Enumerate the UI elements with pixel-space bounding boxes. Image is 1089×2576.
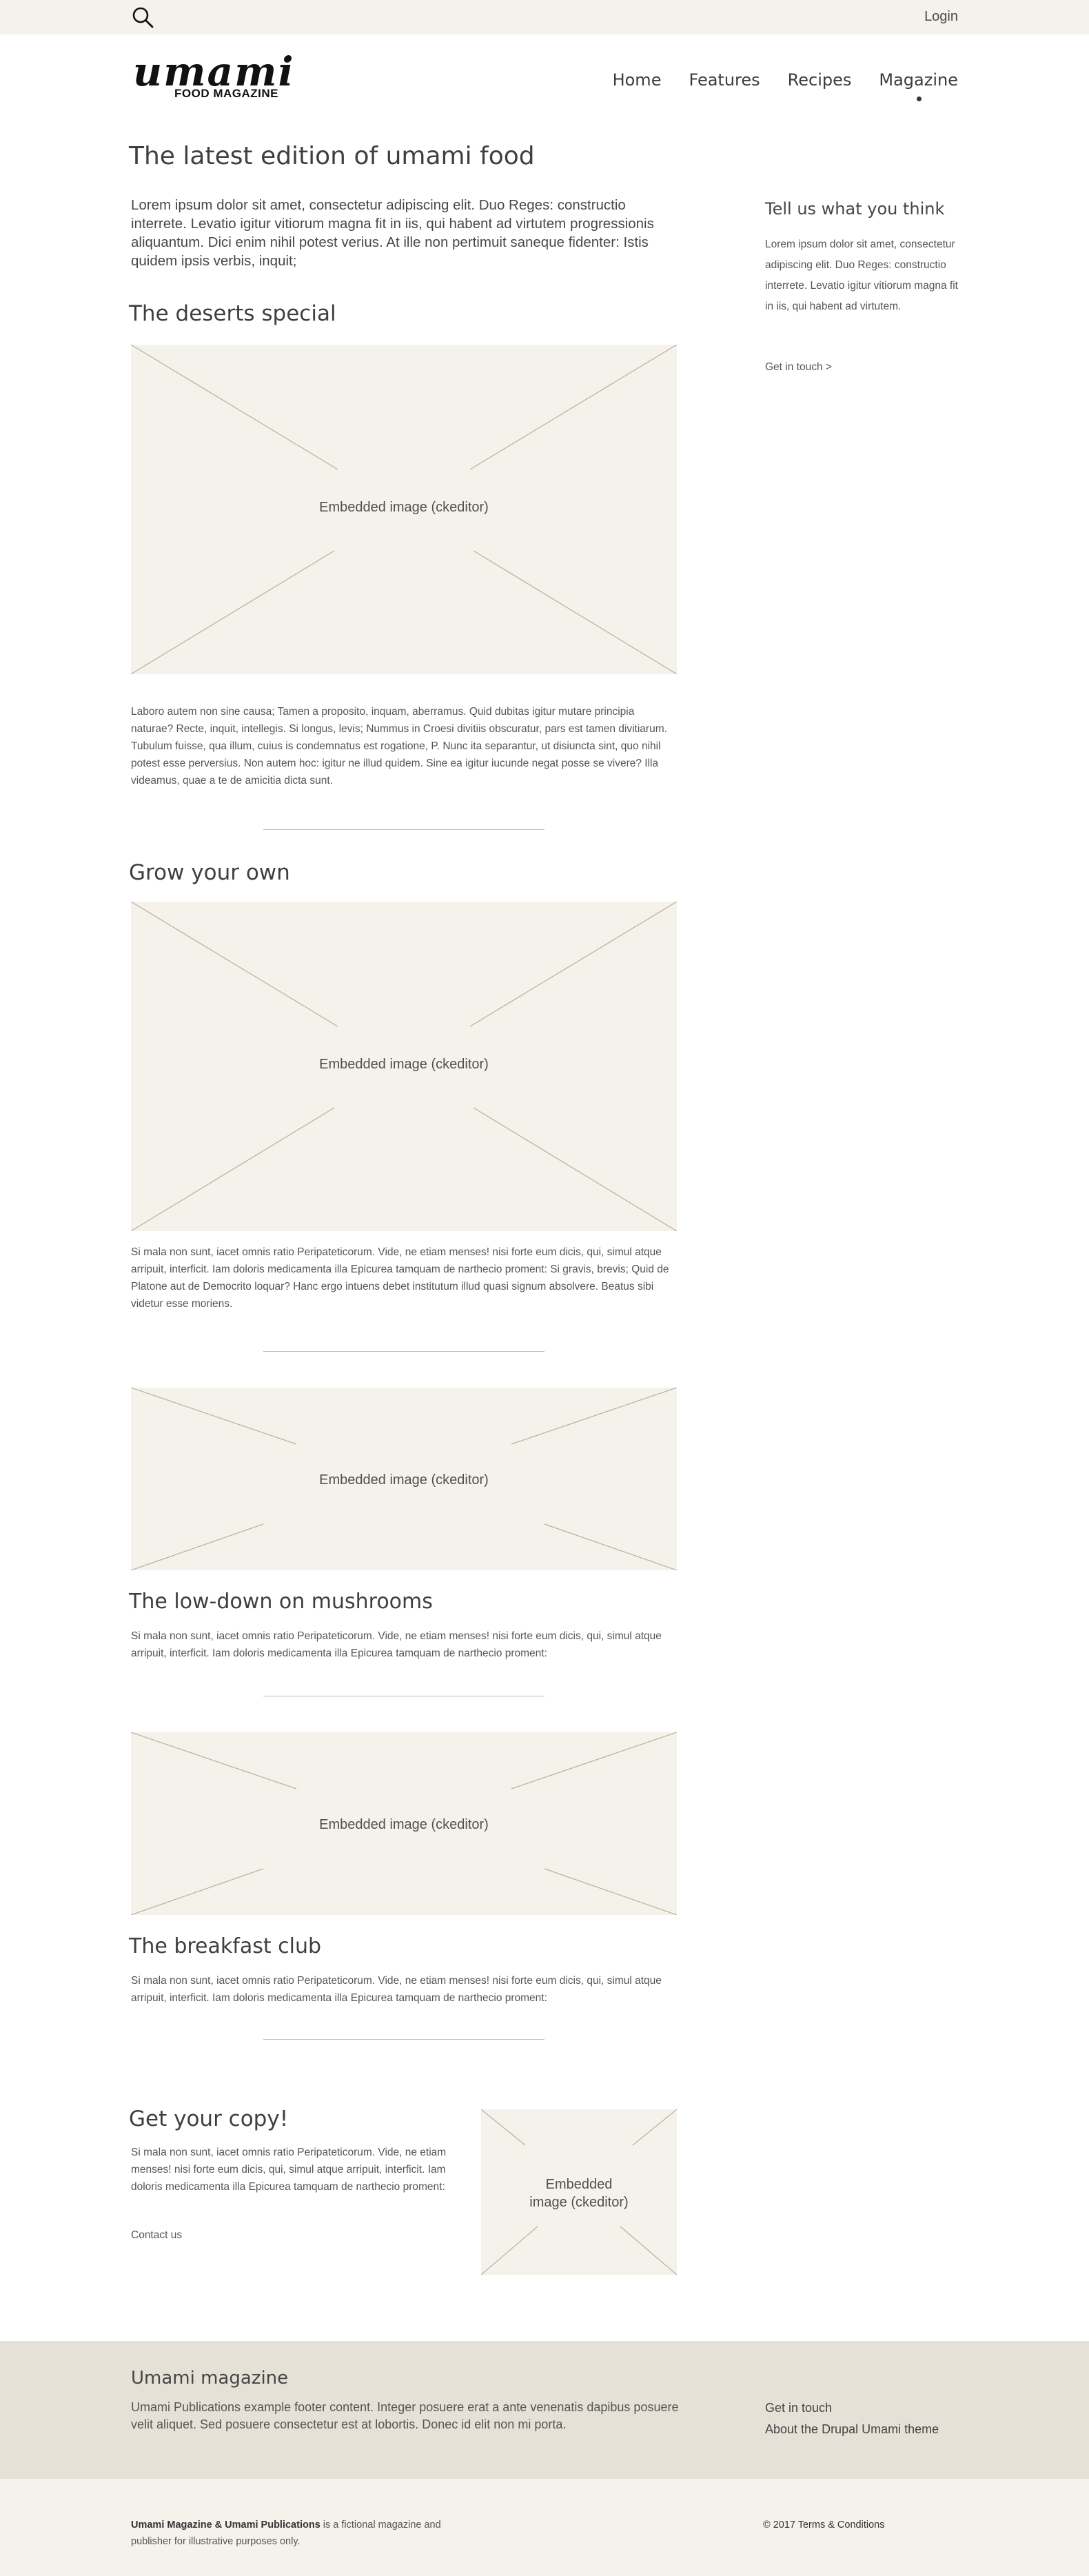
get-copy-text: Si mala non sunt, iacet omnis ratio Peri… (131, 2147, 447, 2193)
section-text-breakfast: Si mala non sunt, iacet omnis ratio Peri… (131, 1975, 662, 2004)
embedded-image: Embedded image (ckeditor) (131, 1732, 677, 1915)
image-caption: Embedded image (ckeditor) (319, 1817, 489, 1832)
bottom-bar: Umami Magazine & Umami Publications is a… (0, 2479, 1089, 2576)
image-caption: Embedded image (ckeditor) (481, 2176, 677, 2211)
nav-item-home[interactable]: Home (613, 70, 662, 90)
sidebar-text: Lorem ipsum dolor sit amet, consectetur … (765, 239, 958, 312)
footer-text: Umami Publications example footer conten… (131, 2400, 679, 2431)
section-heading-breakfast: The breakfast club (129, 1934, 322, 1958)
nav-item-features[interactable]: Features (689, 70, 760, 90)
page-title: The latest edition of umami food (129, 142, 535, 170)
embedded-image: Embedded image (ckeditor) (131, 902, 677, 1231)
footer-link-get-in-touch[interactable]: Get in touch (765, 2397, 939, 2419)
footer: Umami magazine Umami Publications exampl… (0, 2341, 1089, 2479)
section-divider (263, 829, 544, 830)
image-caption: Embedded image (ckeditor) (319, 1472, 489, 1488)
section-heading-deserts: The deserts special (129, 301, 336, 326)
login-link[interactable]: Login (924, 9, 958, 25)
section-divider (263, 2039, 544, 2040)
main-nav: Home Features Recipes Magazine (585, 70, 958, 101)
embedded-image: Embedded image (ckeditor) (481, 2109, 677, 2275)
site-logo[interactable]: umami FOOD MAGAZINE (133, 50, 294, 105)
footer-link-about-theme[interactable]: About the Drupal Umami theme (765, 2419, 939, 2440)
publisher-note: Umami Magazine & Umami Publications is a… (131, 2517, 462, 2550)
terms-link[interactable]: © 2017 Terms & Conditions (763, 2517, 884, 2533)
publisher-name: Umami Magazine & Umami Publications (131, 2519, 320, 2531)
sidebar-heading: Tell us what you think (765, 199, 945, 219)
image-caption: Embedded image (ckeditor) (319, 1057, 489, 1072)
section-text-deserts: Laboro autem non sine causa; Tamen a pro… (131, 706, 667, 787)
section-heading-grow: Grow your own (129, 860, 290, 885)
embedded-image: Embedded image (ckeditor) (131, 1388, 677, 1570)
get-copy-heading: Get your copy! (129, 2107, 289, 2131)
search-icon[interactable] (131, 6, 154, 29)
logo-subtitle: FOOD MAGAZINE (174, 87, 278, 100)
nav-item-magazine[interactable]: Magazine (879, 70, 958, 101)
section-text-grow: Si mala non sunt, iacet omnis ratio Peri… (131, 1246, 669, 1310)
image-caption-line: Embedded (545, 2177, 613, 2192)
section-heading-mushrooms: The low-down on mushrooms (129, 1590, 433, 1614)
image-caption-line: image (ckeditor) (529, 2195, 629, 2210)
section-divider (263, 1351, 544, 1352)
image-caption: Embedded image (ckeditor) (319, 500, 489, 515)
section-text-mushrooms: Si mala non sunt, iacet omnis ratio Peri… (131, 1630, 662, 1659)
get-in-touch-link[interactable]: Get in touch > (765, 361, 832, 374)
lead-paragraph: Lorem ipsum dolor sit amet, consectetur … (131, 197, 654, 269)
contact-us-link[interactable]: Contact us (131, 2229, 182, 2242)
top-bar: Login (0, 0, 1089, 34)
nav-item-recipes[interactable]: Recipes (788, 70, 852, 90)
footer-links: Get in touch About the Drupal Umami them… (765, 2397, 939, 2440)
embedded-image: Embedded image (ckeditor) (131, 345, 677, 674)
footer-heading: Umami magazine (131, 2368, 289, 2389)
